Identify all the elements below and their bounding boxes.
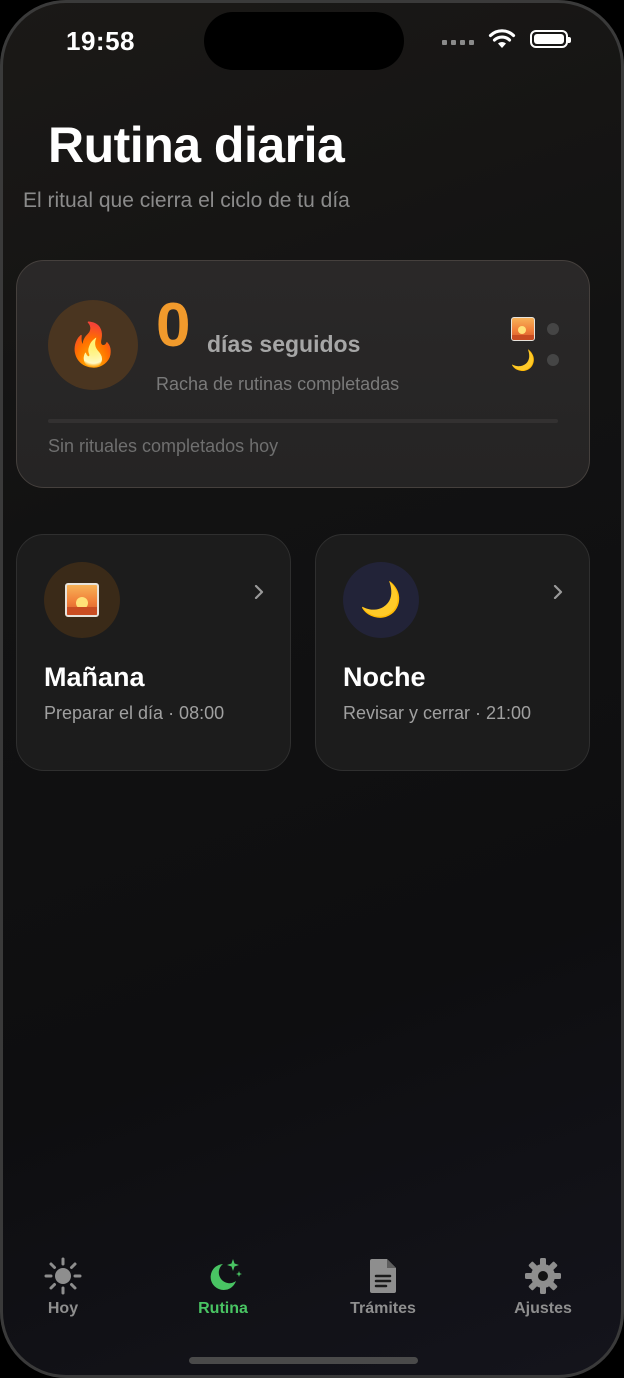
routine-card-night[interactable]: 🌙 Noche Revisar y cerrar · 21:00 (315, 534, 590, 771)
tab-label: Rutina (198, 1300, 248, 1317)
home-indicator[interactable] (189, 1357, 418, 1364)
status-dot (547, 323, 559, 335)
streak-description: Racha de rutinas completadas (156, 374, 400, 394)
streak-count: 0 (156, 291, 191, 360)
page-subtitle: El ritual que cierra el ciclo de tu día (23, 189, 350, 212)
document-icon (370, 1259, 396, 1293)
chevron-right-icon (553, 585, 563, 599)
mini-status-night: 🌙 (511, 348, 559, 372)
routine-name: Noche (343, 662, 426, 692)
tab-label: Trámites (350, 1300, 416, 1317)
tab-hoy[interactable]: Hoy (8, 1250, 118, 1318)
dynamic-island (204, 12, 404, 70)
phone-screen: 19:58 Rutina diaria El ritual que cierra… (0, 0, 624, 1378)
crescent-moon-icon: 🌙 (343, 562, 419, 638)
routine-detail: Preparar el día · 08:00 (44, 703, 225, 723)
routine-name: Mañana (44, 662, 145, 692)
crescent-moon-icon: 🌙 (510, 349, 536, 372)
sun-icon (44, 1257, 82, 1295)
tab-label: Ajustes (514, 1300, 572, 1317)
tab-bar: Hoy Rutina Trámites Ajustes (0, 1250, 624, 1330)
page-title: Rutina diaria (48, 117, 345, 173)
moon-stars-icon (210, 1259, 242, 1290)
routine-card-morning[interactable]: Mañana Preparar el día · 08:00 (16, 534, 291, 771)
streak-card: 🔥 0 días seguidos Racha de rutinas compl… (16, 260, 590, 488)
sunrise-icon (44, 562, 120, 638)
mini-status-morning (511, 317, 559, 341)
tab-label: Hoy (47, 1300, 79, 1317)
cellular-signal-icon (442, 33, 474, 45)
status-time: 19:58 (66, 26, 135, 56)
status-dot (547, 354, 559, 366)
chevron-right-icon (254, 585, 264, 599)
streak-status: Sin rituales completados hoy (48, 436, 279, 456)
wifi-icon (488, 29, 516, 48)
routine-detail: Revisar y cerrar · 21:00 (343, 703, 532, 723)
tab-rutina[interactable]: Rutina (168, 1250, 278, 1318)
status-indicators (442, 28, 571, 50)
sunrise-icon (511, 317, 535, 341)
fire-icon: 🔥 (48, 300, 138, 390)
tab-ajustes[interactable]: Ajustes (488, 1250, 598, 1318)
tab-tramites[interactable]: Trámites (328, 1250, 438, 1318)
battery-icon (530, 30, 571, 48)
gear-icon (525, 1258, 561, 1294)
streak-unit: días seguidos (207, 331, 361, 357)
streak-progress-bar (48, 419, 558, 423)
